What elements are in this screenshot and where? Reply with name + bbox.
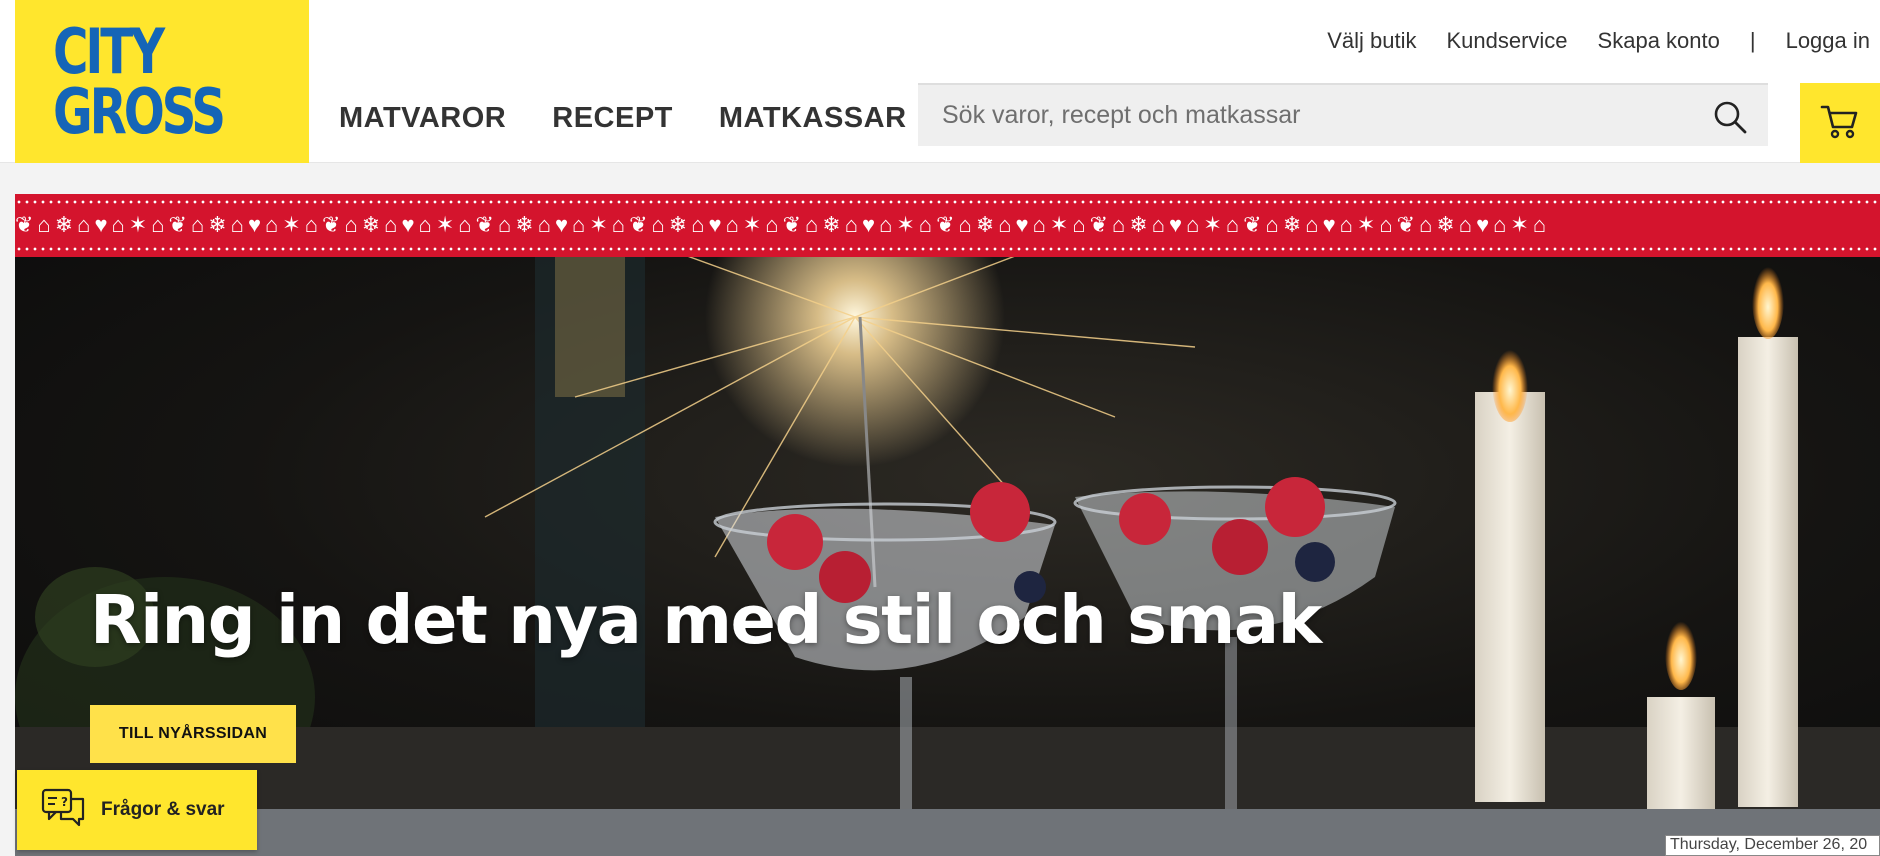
nav-item-matkassar[interactable]: MATKASSAR	[719, 102, 907, 135]
main-navigation: MATVAROR RECEPT MATKASSAR	[339, 102, 907, 135]
create-account-link[interactable]: Skapa konto	[1598, 28, 1720, 54]
hero-cta-button[interactable]: TILL NYÅRSSIDAN	[90, 705, 296, 763]
festive-pattern-banner: ❦⌂❄⌂♥⌂✶⌂❦⌂❄⌂♥⌂✶⌂❦⌂❄⌂♥⌂✶⌂❦⌂❄⌂♥⌂✶⌂❦⌂❄⌂♥⌂✶⌂…	[15, 194, 1880, 257]
cart-icon	[1820, 103, 1860, 144]
city-gross-logo[interactable]: CITY GROSS	[15, 0, 309, 163]
content-strip	[15, 809, 1880, 856]
search-input[interactable]	[942, 101, 1702, 130]
search-icon[interactable]	[1712, 99, 1748, 135]
chat-question-icon: ?	[41, 787, 87, 834]
cart-button[interactable]	[1800, 83, 1880, 163]
choose-store-link[interactable]: Välj butik	[1327, 28, 1416, 54]
nav-item-matvaror[interactable]: MATVAROR	[339, 102, 506, 135]
search-bar	[918, 83, 1768, 146]
pattern-motifs: ❦⌂❄⌂♥⌂✶⌂❦⌂❄⌂♥⌂✶⌂❦⌂❄⌂♥⌂✶⌂❦⌂❄⌂♥⌂✶⌂❦⌂❄⌂♥⌂✶⌂…	[15, 212, 1551, 237]
site-header: CITY GROSS Välj butik Kundservice Skapa …	[0, 0, 1880, 163]
nav-item-recept[interactable]: RECEPT	[552, 102, 673, 135]
faq-button[interactable]: ? Frågor & svar	[17, 770, 257, 850]
pattern-dots-bottom	[15, 247, 1880, 251]
customer-service-link[interactable]: Kundservice	[1446, 28, 1567, 54]
hero-title: Ring in det nya med stil och smak	[90, 581, 1322, 659]
hero-banner[interactable]: Ring in det nya med stil och smak TILL N…	[15, 257, 1880, 809]
login-link[interactable]: Logga in	[1786, 28, 1870, 54]
date-status-text: Thursday, December 26, 20	[1665, 835, 1880, 856]
top-utility-links: Välj butik Kundservice Skapa konto | Log…	[1327, 28, 1870, 54]
svg-text:?: ?	[61, 795, 68, 809]
faq-label: Frågor & svar	[101, 799, 225, 820]
logo-line-1: CITY	[53, 14, 165, 88]
pattern-dots-top	[15, 200, 1880, 204]
link-separator: |	[1749, 28, 1756, 53]
logo-line-2: GROSS	[53, 74, 226, 148]
